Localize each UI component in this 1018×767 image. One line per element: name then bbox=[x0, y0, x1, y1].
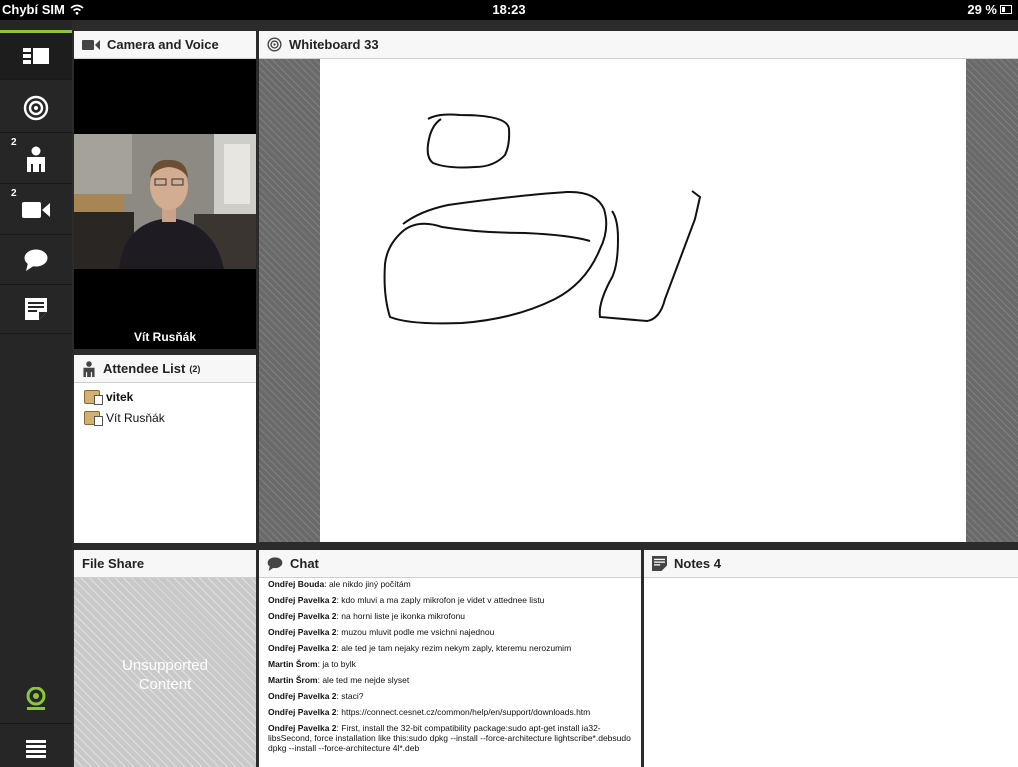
attendee-row[interactable]: vitek bbox=[74, 386, 256, 407]
chat-messages[interactable]: Ondřej Bouda: ale nikdo jiný počítám Ond… bbox=[259, 578, 641, 767]
attendee-icon bbox=[27, 146, 45, 172]
battery-status: 29 % bbox=[967, 2, 1012, 17]
chat-text: muzou mluvit podle me vsichni najednou bbox=[338, 627, 495, 637]
chat-text: na horni liste je ikonka mikrofonu bbox=[338, 611, 466, 621]
camera-count-badge: 2 bbox=[11, 188, 17, 199]
video-camera-icon bbox=[82, 39, 100, 50]
video-frame-image bbox=[74, 134, 256, 269]
chat-text: ale ted je tam nejaky rezim nekym zaply,… bbox=[338, 643, 572, 653]
chat-panel: Chat Ondřej Bouda: ale nikdo jiný počítá… bbox=[259, 550, 641, 767]
attendee-icon bbox=[83, 360, 95, 377]
sidebar-item-attendees[interactable]: 2 bbox=[0, 134, 72, 184]
chat-text: staci? bbox=[338, 691, 364, 701]
attendee-count-badge: 2 bbox=[11, 137, 17, 148]
chat-text: ale ted me nejde slyset bbox=[319, 675, 410, 685]
chat-author: Ondřej Pavelka 2 bbox=[268, 643, 337, 653]
chat-author: Martin Šrom bbox=[268, 675, 318, 685]
layout-icon bbox=[23, 48, 49, 64]
whiteboard-panel: Whiteboard 33 bbox=[259, 31, 1018, 542]
chat-author: Ondřej Pavelka 2 bbox=[268, 707, 337, 717]
webcam-icon bbox=[26, 686, 46, 710]
chat-bubble-icon bbox=[267, 556, 283, 571]
camera-view: Vít Rusňák bbox=[74, 59, 256, 349]
clock: 18:23 bbox=[492, 2, 526, 17]
chat-author: Ondřej Pavelka 2 bbox=[268, 691, 337, 701]
participant-icon bbox=[84, 410, 103, 426]
notes-panel-header: Notes 4 bbox=[644, 550, 1018, 578]
attendee-count: (2) bbox=[189, 363, 201, 374]
sidebar-item-camera[interactable]: 2 bbox=[0, 185, 72, 235]
video-feed[interactable] bbox=[74, 134, 256, 269]
attendee-panel-title: Attendee List bbox=[103, 361, 186, 376]
chat-message: Martin Šrom: ale ted me nejde slyset bbox=[268, 675, 637, 685]
attendee-panel: Attendee List (2) vitek Vít Rusňák bbox=[74, 355, 256, 543]
host-presenter-icon bbox=[84, 389, 103, 405]
notes-panel-title: Notes 4 bbox=[674, 556, 721, 571]
whiteboard-canvas[interactable] bbox=[320, 59, 966, 542]
chat-author: Martin Šrom bbox=[268, 659, 318, 669]
chat-author: Ondřej Bouda bbox=[268, 579, 325, 589]
whiteboard-drawing bbox=[383, 113, 702, 325]
notes-panel: Notes 4 bbox=[644, 550, 1018, 767]
attendee-panel-header: Attendee List (2) bbox=[74, 355, 256, 383]
sidebar-item-notes[interactable] bbox=[0, 284, 72, 334]
whiteboard-panel-header: Whiteboard 33 bbox=[259, 31, 1018, 59]
chat-message: Ondřej Pavelka 2: First, install the 32-… bbox=[268, 723, 637, 753]
menu-icon bbox=[26, 739, 46, 758]
chat-message: Ondřej Pavelka 2: kdo mluvi a ma zaply m… bbox=[268, 595, 637, 605]
notes-icon bbox=[652, 556, 667, 571]
chat-message: Martin Šrom: ja to bylk bbox=[268, 659, 637, 669]
status-bar: Chybí SIM 18:23 29 % bbox=[0, 0, 1018, 20]
sidebar-item-menu[interactable] bbox=[0, 724, 72, 767]
sidebar-item-webcam[interactable] bbox=[0, 674, 72, 724]
chat-text: ale nikdo jiný počítám bbox=[326, 579, 411, 589]
fileshare-panel-header: File Share bbox=[74, 550, 256, 578]
notes-icon bbox=[25, 297, 47, 320]
whiteboard-panel-title: Whiteboard 33 bbox=[289, 37, 379, 52]
chat-message: Ondřej Pavelka 2: muzou mluvit podle me … bbox=[268, 627, 637, 637]
attendee-list: vitek Vít Rusňák bbox=[74, 383, 256, 428]
notes-content[interactable] bbox=[644, 578, 1018, 767]
whiteboard-area bbox=[259, 59, 1018, 542]
fileshare-area: Unsupported Content bbox=[74, 578, 256, 767]
chat-text: ja to bylk bbox=[319, 659, 356, 669]
sidebar-item-whiteboard[interactable] bbox=[0, 83, 72, 133]
camera-panel: Camera and Voice Vít Rusňák bbox=[74, 31, 256, 349]
chat-message: Ondřej Pavelka 2: ale ted je tam nejaky … bbox=[268, 643, 637, 653]
battery-icon bbox=[1000, 5, 1012, 14]
chat-message: Ondřej Pavelka 2: https://connect.cesnet… bbox=[268, 707, 637, 717]
chat-panel-header: Chat bbox=[259, 550, 641, 578]
attendee-name: vitek bbox=[106, 389, 134, 404]
chat-text: https://connect.cesnet.cz/common/help/en… bbox=[338, 707, 591, 717]
chat-message: Ondřej Bouda: ale nikdo jiný počítám bbox=[268, 579, 637, 589]
whiteboard-target-icon bbox=[23, 95, 49, 120]
unsupported-content-message: Unsupported Content bbox=[74, 656, 256, 694]
camera-panel-header: Camera and Voice bbox=[74, 31, 256, 59]
chat-author: Ondřej Pavelka 2 bbox=[268, 595, 337, 605]
chat-message: Ondřej Pavelka 2: staci? bbox=[268, 691, 637, 701]
chat-author: Ondřej Pavelka 2 bbox=[268, 723, 337, 733]
chat-panel-title: Chat bbox=[290, 556, 319, 571]
app-root: Chybí SIM 18:23 29 % 2 2 Camera and Voic… bbox=[0, 0, 1018, 767]
chat-author: Ondřej Pavelka 2 bbox=[268, 611, 337, 621]
fileshare-panel-title: File Share bbox=[82, 556, 145, 571]
chat-message: Ondřej Pavelka 2: na horni liste je ikon… bbox=[268, 611, 637, 621]
fileshare-panel: File Share Unsupported Content bbox=[74, 550, 256, 767]
attendee-row[interactable]: Vít Rusňák bbox=[74, 407, 256, 428]
video-camera-icon bbox=[22, 201, 50, 218]
sidebar-item-layouts[interactable] bbox=[0, 30, 72, 80]
sidebar: 2 2 bbox=[0, 20, 72, 767]
battery-percent: 29 % bbox=[967, 2, 997, 17]
attendee-name: Vít Rusňák bbox=[106, 410, 165, 425]
camera-panel-title: Camera and Voice bbox=[107, 37, 219, 52]
unsupported-line-1: Unsupported bbox=[122, 657, 208, 674]
chat-author: Ondřej Pavelka 2 bbox=[268, 627, 337, 637]
chat-bubble-icon bbox=[24, 249, 48, 271]
unsupported-line-2: Content bbox=[138, 676, 192, 693]
whiteboard-target-icon bbox=[267, 37, 282, 52]
chat-text: kdo mluvi a ma zaply mikrofon je videt v… bbox=[338, 595, 545, 605]
sidebar-item-chat[interactable] bbox=[0, 235, 72, 285]
speaker-name: Vít Rusňák bbox=[133, 330, 196, 344]
